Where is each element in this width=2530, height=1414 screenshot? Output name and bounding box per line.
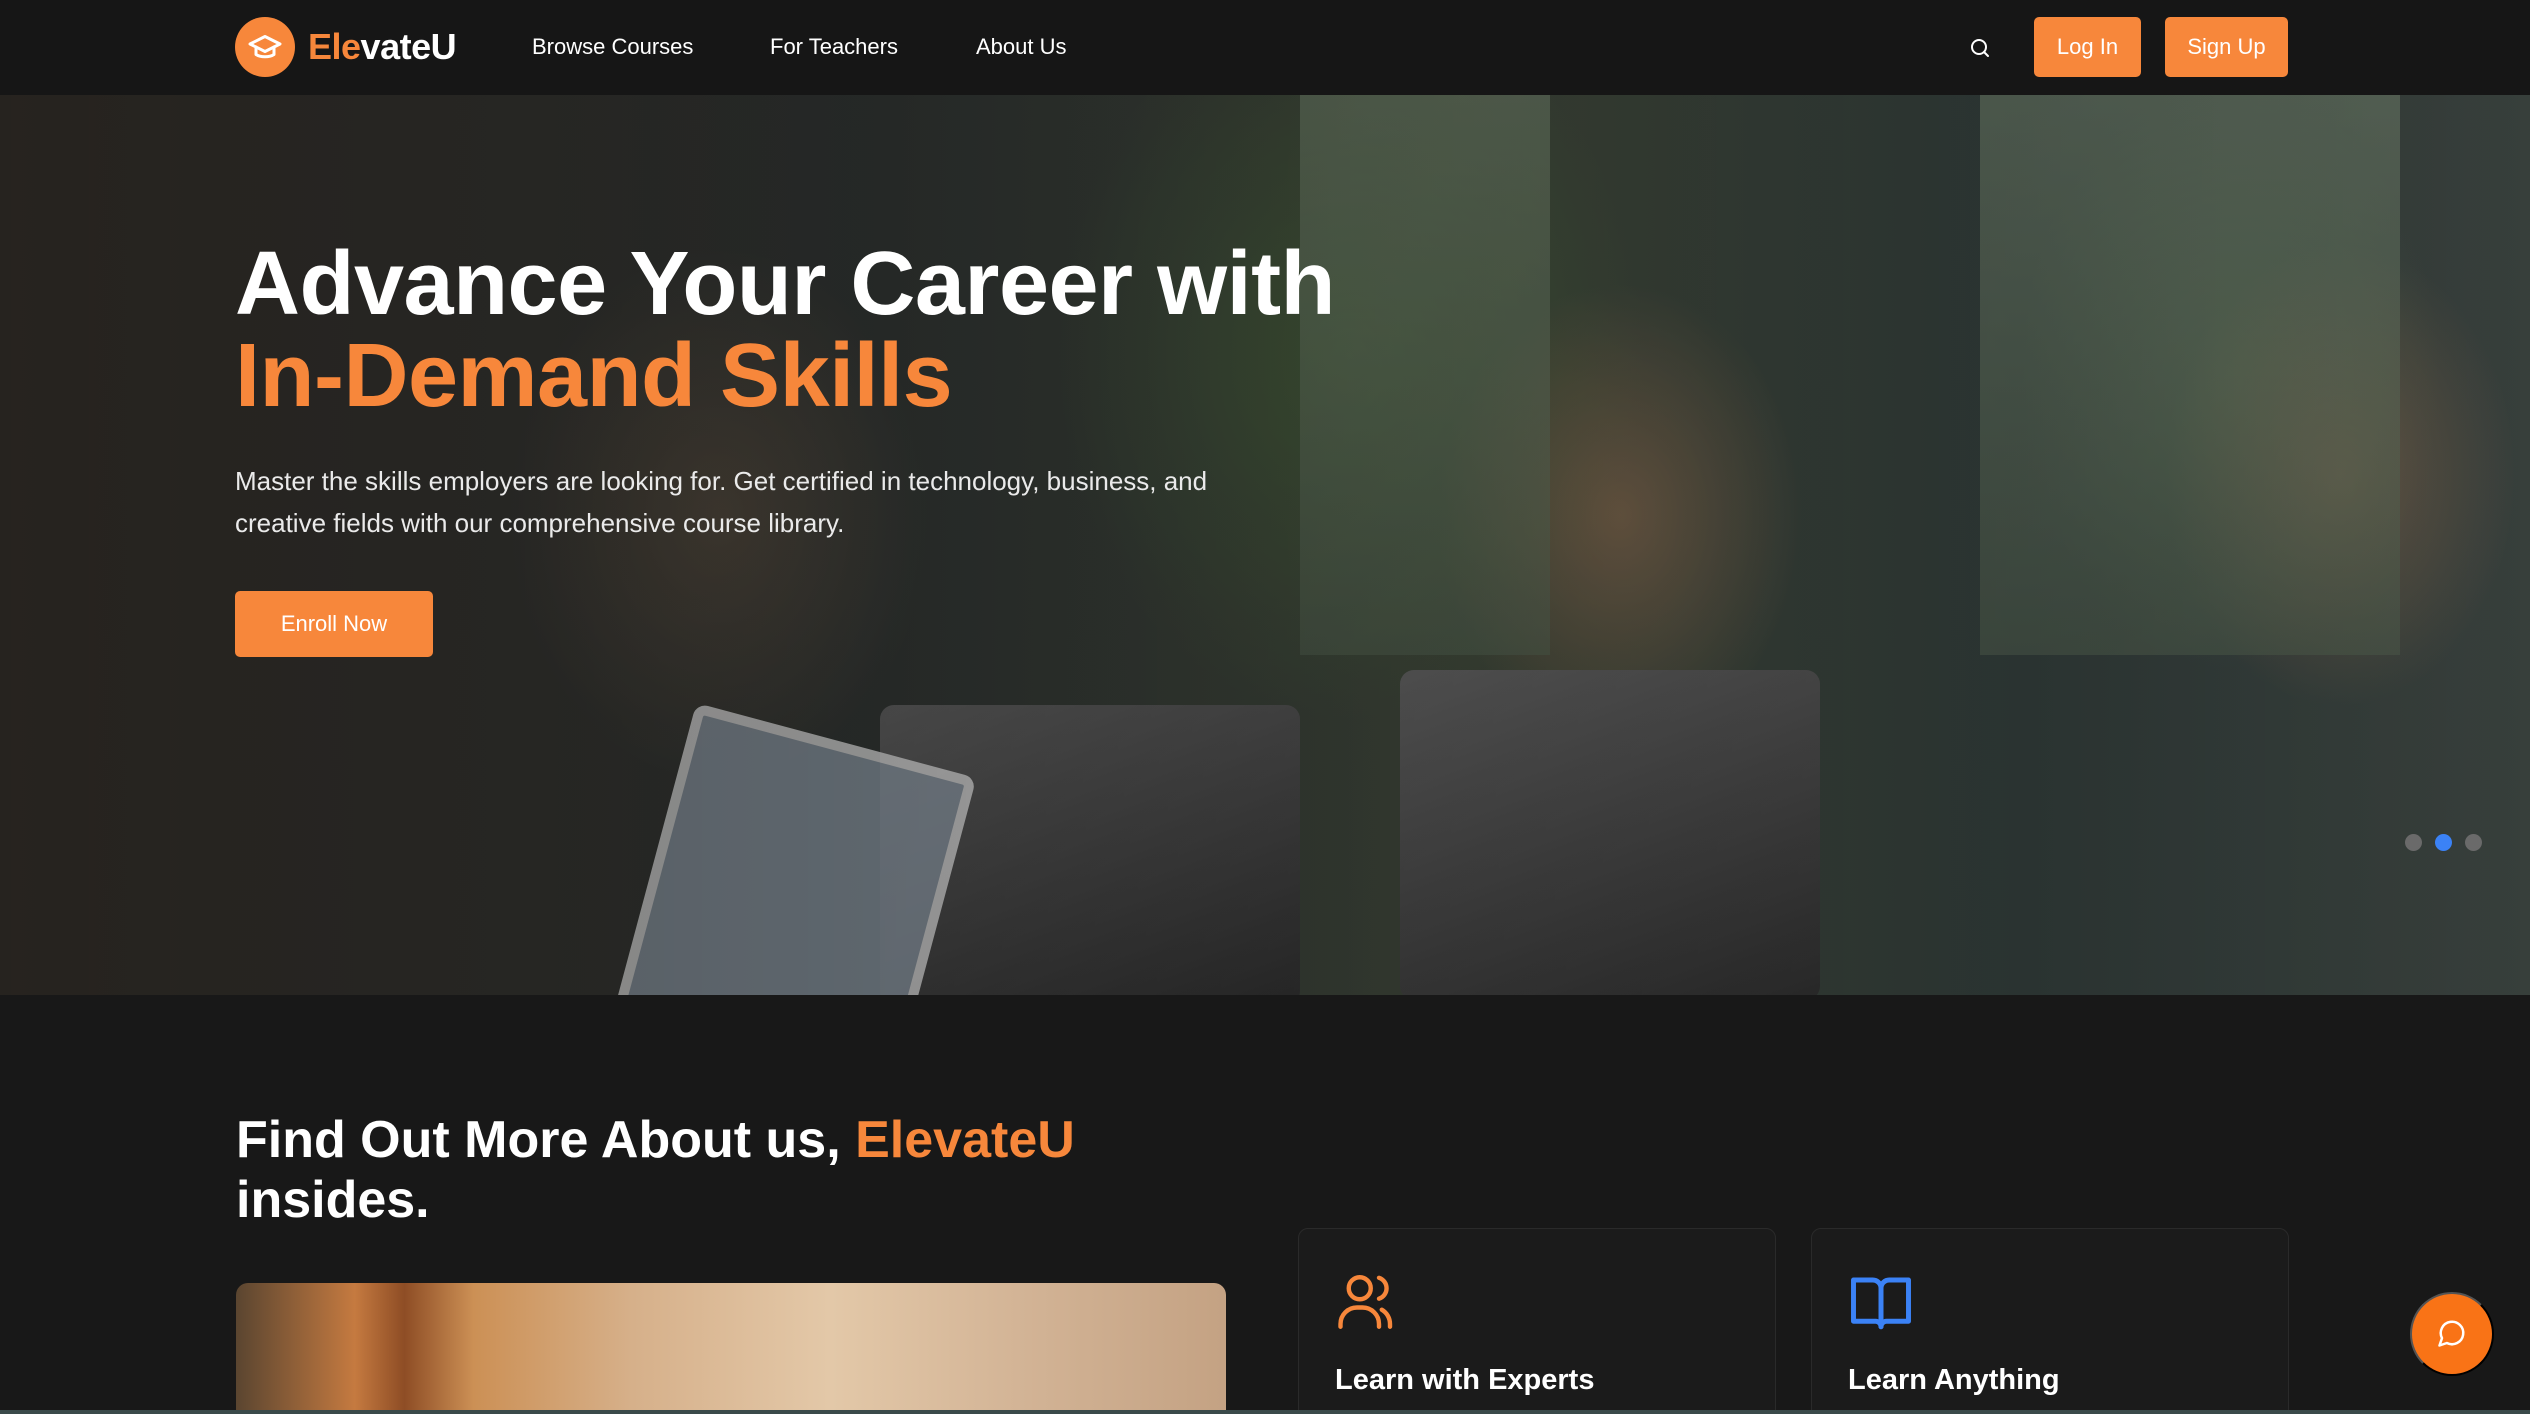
viewport-bottom-edge xyxy=(0,1410,2530,1414)
users-icon xyxy=(1335,1269,1401,1335)
book-open-icon xyxy=(1848,1269,1914,1335)
feature-card-anything[interactable]: Learn Anything xyxy=(1811,1228,2289,1414)
carousel-indicators xyxy=(2405,834,2482,851)
carousel-dot[interactable] xyxy=(2405,834,2422,851)
signup-button[interactable]: Sign Up xyxy=(2165,17,2288,77)
chat-button[interactable] xyxy=(2410,1292,2494,1376)
login-button[interactable]: Log In xyxy=(2034,17,2141,77)
brand-name: ElevateU xyxy=(308,26,457,67)
about-image xyxy=(236,1283,1226,1414)
nav-for-teachers[interactable]: For Teachers xyxy=(770,34,898,60)
about-section-title: Find Out More About us, ElevateU insides… xyxy=(236,1111,1075,1229)
hero-overlay xyxy=(0,95,2530,995)
carousel-dot-active[interactable] xyxy=(2435,834,2452,851)
carousel-dot[interactable] xyxy=(2465,834,2482,851)
brand-logo[interactable]: ElevateU xyxy=(235,17,457,77)
hero-title: Advance Your Career with In-Demand Skill… xyxy=(235,238,1336,426)
feature-card-experts[interactable]: Learn with Experts xyxy=(1298,1228,1776,1414)
graduation-cap-icon xyxy=(235,17,295,77)
nav-browse-courses[interactable]: Browse Courses xyxy=(532,34,693,60)
chat-bubble-icon xyxy=(2437,1318,2467,1351)
hero-title-line2: In-Demand Skills xyxy=(235,326,953,426)
hero-title-line1: Advance Your Career with xyxy=(235,234,1336,334)
hero-banner xyxy=(0,95,2530,995)
feature-card-title: Learn with Experts xyxy=(1335,1364,1595,1396)
feature-card-title: Learn Anything xyxy=(1848,1364,2060,1396)
search-icon[interactable] xyxy=(1965,33,1995,63)
enroll-now-button[interactable]: Enroll Now xyxy=(235,591,433,657)
hero-subtitle: Master the skills employers are looking … xyxy=(235,466,1208,538)
nav-about-us[interactable]: About Us xyxy=(976,34,1067,60)
navbar: ElevateU Browse Courses For Teachers Abo… xyxy=(0,0,2530,95)
